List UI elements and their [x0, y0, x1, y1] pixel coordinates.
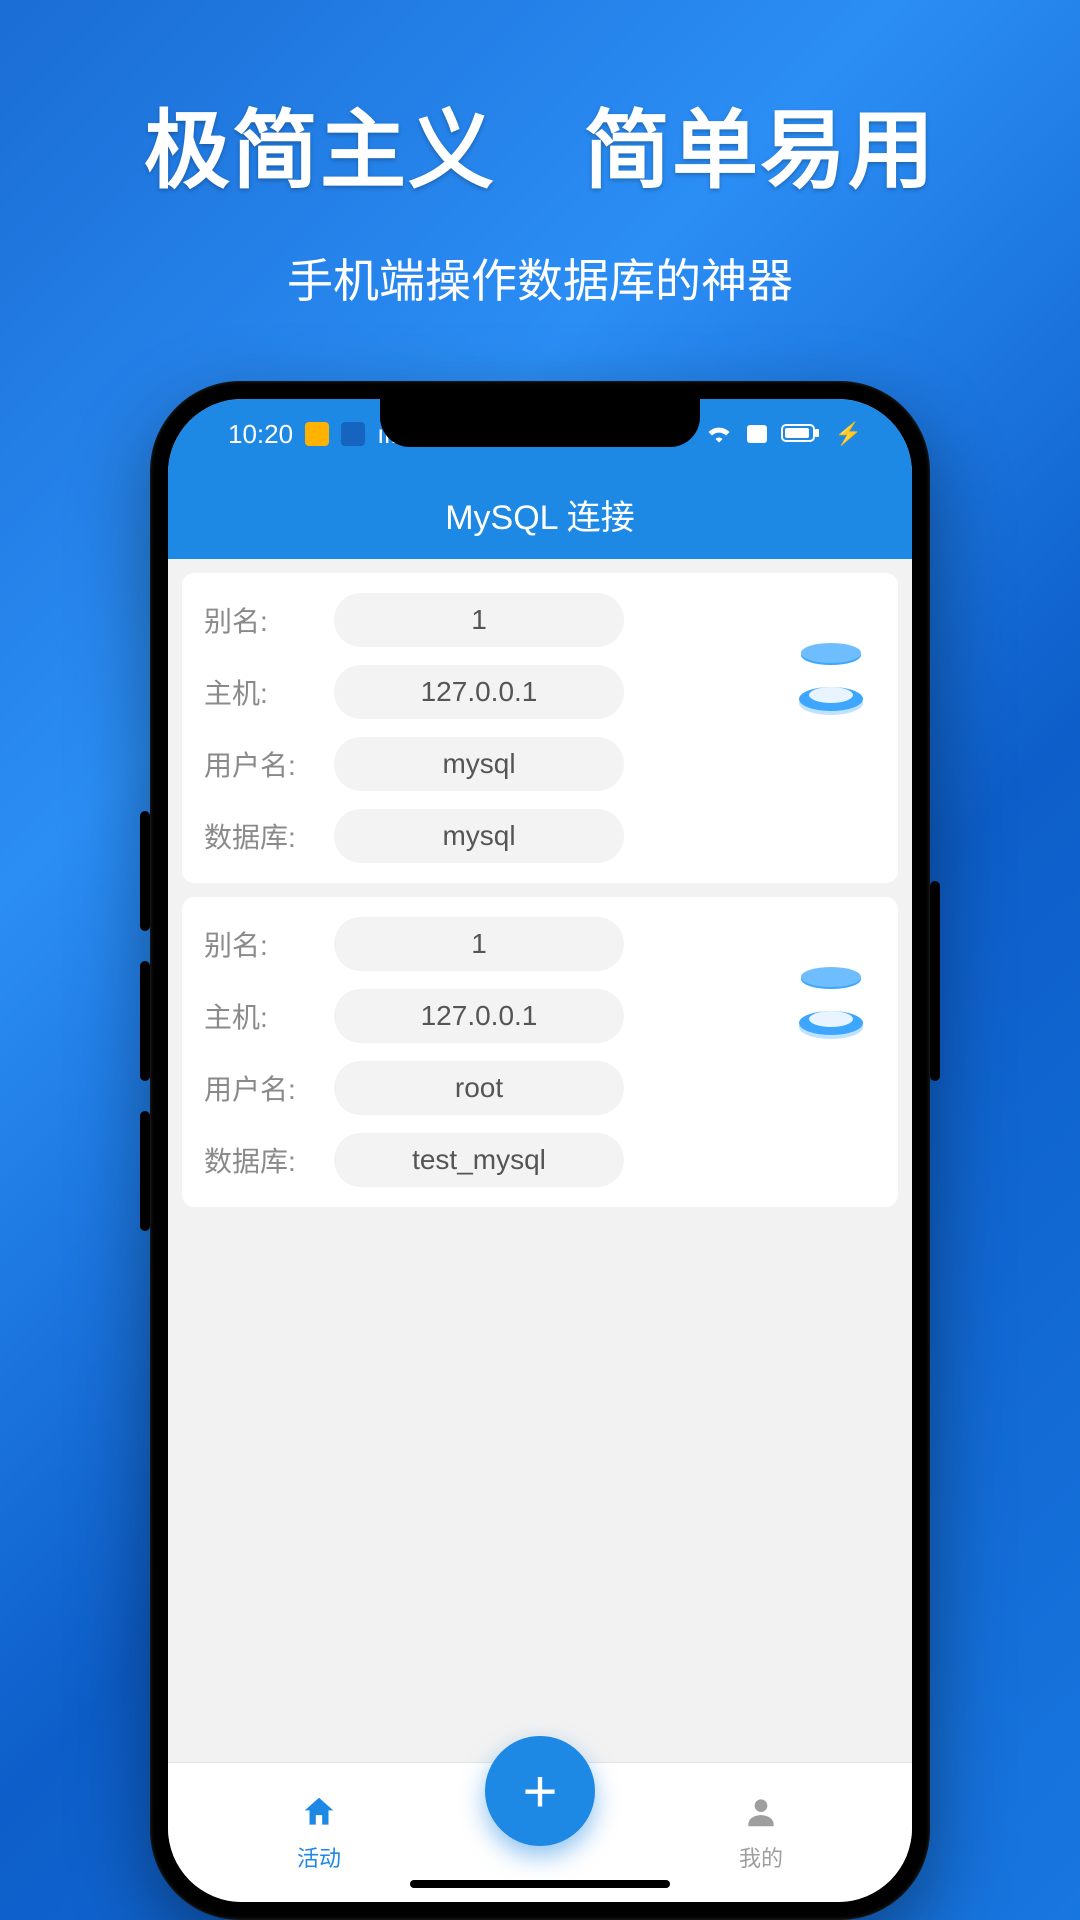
user-value: root	[334, 1061, 624, 1115]
db-label: 数据库:	[204, 1140, 334, 1180]
db-label: 数据库:	[204, 816, 334, 856]
promo-subhead: 手机端操作数据库的神器	[287, 245, 793, 311]
notch	[380, 399, 700, 447]
user-value: mysql	[334, 737, 624, 791]
battery-icon	[781, 419, 821, 450]
app-title: MySQL 连接	[445, 490, 635, 539]
phone-screen: 10:20 ılı ⚡ My	[168, 399, 912, 1902]
user-label: 用户名:	[204, 744, 334, 784]
connection-card[interactable]: 别名:1 主机:127.0.0.1 用户名:mysql 数据库:mysql	[182, 573, 898, 883]
nav-home-label: 活动	[297, 1841, 341, 1873]
connection-card[interactable]: 别名:1 主机:127.0.0.1 用户名:root 数据库:test_mysq…	[182, 897, 898, 1207]
alias-label: 别名:	[204, 600, 334, 640]
app-bar: MySQL 连接	[168, 469, 912, 559]
add-connection-button[interactable]: +	[485, 1736, 595, 1846]
alias-label: 别名:	[204, 924, 334, 964]
alias-value: 1	[334, 917, 624, 971]
status-app-icon	[305, 422, 329, 446]
host-label: 主机:	[204, 996, 334, 1036]
status-card-icon	[747, 425, 767, 443]
home-icon	[299, 1793, 339, 1837]
promo-headline: 极简主义 简单易用	[144, 80, 936, 205]
person-icon	[741, 1793, 781, 1837]
phone-frame: 10:20 ılı ⚡ My	[150, 381, 930, 1920]
host-label: 主机:	[204, 672, 334, 712]
db-value: test_mysql	[334, 1133, 624, 1187]
wifi-icon	[705, 419, 733, 450]
host-value: 127.0.0.1	[334, 989, 624, 1043]
host-value: 127.0.0.1	[334, 665, 624, 719]
connection-list[interactable]: 别名:1 主机:127.0.0.1 用户名:mysql 数据库:mysql 别名…	[168, 559, 912, 1762]
status-time: 10:20	[228, 419, 293, 450]
user-label: 用户名:	[204, 1068, 334, 1108]
database-icon	[786, 633, 876, 733]
status-notification-icon	[341, 422, 365, 446]
charging-icon: ⚡	[835, 421, 862, 447]
database-icon	[786, 957, 876, 1057]
alias-value: 1	[334, 593, 624, 647]
plus-icon: +	[522, 1757, 557, 1826]
db-value: mysql	[334, 809, 624, 863]
home-indicator[interactable]	[410, 1880, 670, 1888]
nav-profile-label: 我的	[739, 1841, 783, 1873]
